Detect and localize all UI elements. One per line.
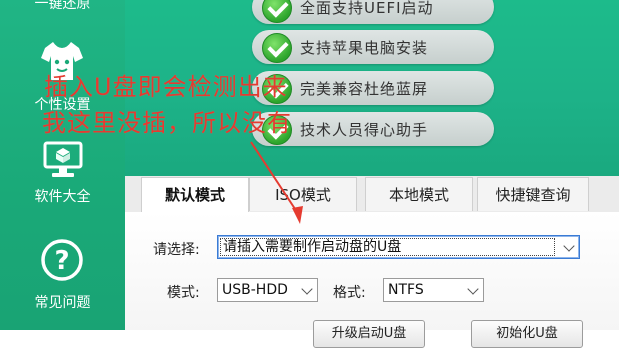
- annotation-arrow: [250, 141, 303, 224]
